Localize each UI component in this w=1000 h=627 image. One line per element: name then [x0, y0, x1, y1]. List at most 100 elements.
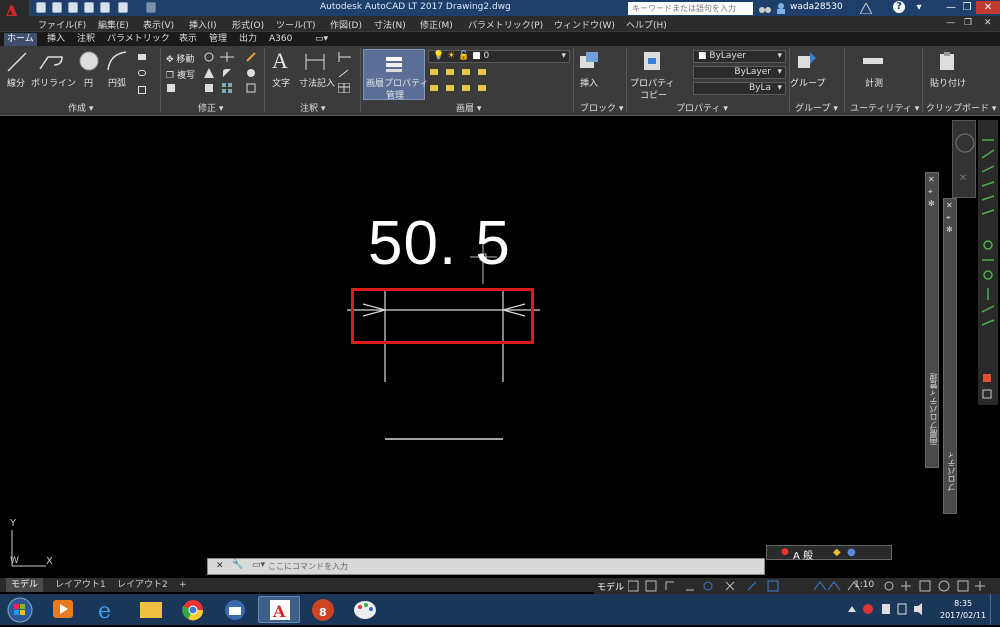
system-tray-icons[interactable]	[846, 602, 931, 616]
navigation-bar[interactable]	[978, 120, 998, 405]
minimize-button[interactable]: —	[944, 1, 958, 14]
binoculars-icon[interactable]	[759, 3, 771, 14]
tab-annotate[interactable]: 注釈	[74, 33, 98, 46]
close-button[interactable]: ✕	[976, 1, 1000, 14]
new-icon[interactable]	[36, 2, 46, 13]
clipboard-panel-title[interactable]: クリップボード ▾	[926, 103, 996, 115]
command-line[interactable]: ✕ 🔧 ▭▾ ここにコマンドを入力	[207, 558, 765, 575]
print-icon[interactable]	[100, 2, 110, 13]
properties-panel-title[interactable]: プロパティ ▾	[676, 103, 728, 115]
paste-label[interactable]: 貼り付け	[930, 76, 966, 89]
group-icon[interactable]	[796, 50, 818, 72]
menu-tools[interactable]: ツール(T)	[276, 18, 316, 31]
open-icon[interactable]	[52, 2, 62, 13]
pin-icon[interactable]: ⌖	[946, 213, 951, 223]
tab-layout1[interactable]: レイアウト1	[50, 578, 111, 592]
arc-label[interactable]: 円弧	[108, 76, 126, 89]
insert-block-icon[interactable]	[578, 50, 600, 72]
layer-properties-button[interactable]: 画層プロパティ 管理	[363, 49, 428, 101]
menu-edit[interactable]: 編集(E)	[98, 18, 129, 31]
match-props-label-2[interactable]: コピー	[640, 88, 667, 101]
linear-dim-icon[interactable]	[338, 52, 352, 62]
undo-icon[interactable]	[118, 2, 128, 13]
copy-button[interactable]: ❐ 複写	[166, 68, 195, 81]
tab-output[interactable]: 出力	[236, 33, 260, 46]
menu-window[interactable]: ウィンドウ(W)	[554, 18, 615, 31]
ellipse-icon[interactable]	[138, 70, 146, 76]
menu-modify[interactable]: 修正(M)	[420, 18, 453, 31]
circle-label[interactable]: 円	[84, 76, 93, 89]
exchange-icon[interactable]	[860, 3, 872, 14]
circle-icon[interactable]	[78, 50, 100, 72]
save-icon[interactable]	[68, 2, 78, 13]
annotation-panel-title[interactable]: 注釈 ▾	[300, 103, 325, 115]
tab-model[interactable]: モデル	[6, 578, 44, 592]
explode-icon[interactable]	[246, 68, 256, 78]
group-label[interactable]: グループ	[790, 76, 825, 89]
trim-icon[interactable]	[220, 52, 234, 62]
text-label[interactable]: 文字	[272, 76, 290, 89]
paint-icon[interactable]	[344, 596, 386, 623]
menu-dimension[interactable]: 寸法(N)	[374, 18, 406, 31]
groups-panel-title[interactable]: グループ ▾	[795, 103, 838, 115]
arc-icon[interactable]	[106, 50, 128, 72]
viewcube[interactable]: ✕	[952, 120, 976, 198]
ime-pad-icon[interactable]: ◆	[833, 547, 841, 558]
menu-format[interactable]: 形式(O)	[232, 18, 264, 31]
drawing-canvas[interactable]: 50. 5 Y W X	[0, 116, 1000, 578]
mirror-icon[interactable]	[204, 68, 214, 78]
color-dropdown[interactable]: ■ ByLayer ▾	[693, 50, 786, 63]
mdi-restore-button[interactable]: ❐	[964, 18, 972, 28]
ime-help-icon[interactable]: ●	[847, 547, 856, 558]
fillet-icon[interactable]	[222, 68, 232, 78]
dimension-icon[interactable]	[304, 52, 326, 72]
internet-explorer-icon[interactable]: e	[86, 596, 128, 624]
search-input[interactable]: キーワードまたは語句を入力	[628, 2, 753, 15]
tab-manage[interactable]: 管理	[206, 33, 230, 46]
dropdown-icon[interactable]: ▾	[912, 1, 926, 14]
show-desktop-button[interactable]	[990, 594, 1000, 625]
save-as-icon[interactable]	[84, 2, 94, 13]
tab-parametric[interactable]: パラメトリック	[104, 33, 173, 46]
tab-layout2[interactable]: レイアウト2	[112, 578, 173, 592]
match-properties-icon[interactable]	[642, 50, 662, 72]
hatch-icon[interactable]	[138, 86, 146, 94]
paintshop-icon[interactable]: 8	[302, 596, 344, 623]
command-input[interactable]: ここにコマンドを入力	[268, 561, 348, 572]
menu-view[interactable]: 表示(V)	[143, 18, 174, 31]
thunderbird-icon[interactable]	[214, 596, 256, 623]
wrench-icon[interactable]: 🔧	[232, 560, 243, 570]
settings-icon[interactable]: ✻	[946, 225, 953, 234]
maximize-button[interactable]: ❐	[960, 1, 974, 14]
mdi-close-button[interactable]: ✕	[984, 18, 992, 28]
ime-toolbar[interactable]: ● A 般 ◆ ●	[766, 545, 892, 562]
measure-icon[interactable]	[862, 54, 884, 68]
tab-overflow-icon[interactable]: ▭▾	[312, 33, 331, 46]
settings-icon[interactable]: ✻	[928, 199, 935, 208]
tab-insert[interactable]: 挿入	[44, 33, 68, 46]
scale-icon[interactable]	[204, 83, 214, 93]
start-button[interactable]	[0, 596, 40, 623]
username[interactable]: wada28530	[790, 2, 843, 12]
user-icon[interactable]	[776, 3, 786, 14]
tab-home[interactable]: ホーム	[4, 33, 37, 46]
menu-file[interactable]: ファイル(F)	[38, 18, 86, 31]
ime-mode[interactable]: A 般	[793, 547, 813, 562]
linetype-dropdown[interactable]: ByLayer ▾	[693, 66, 786, 79]
close-icon[interactable]: ✕	[216, 561, 224, 571]
offset-icon[interactable]	[246, 83, 256, 93]
modify-panel-title[interactable]: 修正 ▾	[198, 103, 223, 115]
rotate-icon[interactable]	[204, 52, 214, 62]
status-toggles[interactable]	[628, 580, 878, 592]
utilities-panel-title[interactable]: ユーティリティ ▾	[850, 103, 919, 115]
properties-palette[interactable]: ✕ ⌖ ✻ プロパティ	[943, 198, 957, 514]
line-label[interactable]: 線分	[7, 76, 25, 89]
dimension-label[interactable]: 寸法記入	[299, 76, 335, 89]
clock[interactable]: 8:35 2017/02/11	[940, 598, 986, 622]
close-icon[interactable]: ✕	[946, 201, 953, 210]
media-player-icon[interactable]	[42, 596, 84, 623]
redo-icon[interactable]	[146, 2, 156, 13]
erase-icon[interactable]	[246, 52, 256, 62]
lineweight-dropdown[interactable]: ByLa ▾	[693, 82, 786, 95]
block-panel-title[interactable]: ブロック ▾	[580, 103, 623, 115]
